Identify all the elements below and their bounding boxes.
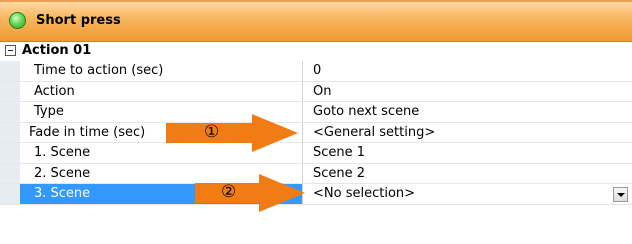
property-value[interactable]: On (304, 82, 632, 102)
arrow-head (259, 174, 305, 212)
dropdown-arrow-icon[interactable] (613, 187, 628, 202)
property-row-scene-3[interactable]: 3. Scene <No selection> (0, 184, 632, 205)
property-value[interactable]: <General setting> (304, 123, 632, 143)
property-value[interactable]: Scene 2 (304, 164, 632, 184)
property-grid: Time to action (sec) 0 Action On Type Go… (0, 61, 632, 205)
annotation-marker-2: ② (221, 182, 237, 202)
row-gutter (0, 122, 20, 142)
green-status-icon (9, 12, 26, 29)
property-row-scene-1[interactable]: 1. Scene Scene 1 (0, 143, 632, 164)
arrow-head (252, 114, 298, 152)
row-gutter (0, 81, 20, 101)
row-gutter (0, 102, 20, 122)
property-value[interactable]: <No selection> (304, 184, 632, 204)
row-gutter (0, 61, 20, 81)
group-action-01[interactable]: Action 01 (0, 42, 632, 61)
row-gutter (0, 184, 20, 204)
property-name: Time to action (sec) (20, 61, 303, 81)
property-name: Action (20, 81, 303, 101)
collapse-icon[interactable] (5, 45, 16, 56)
property-value[interactable]: Goto next scene (304, 102, 632, 122)
annotation-marker-1: ① (204, 122, 220, 142)
annotation-arrow-2: ② (195, 174, 305, 212)
row-gutter (0, 163, 20, 183)
property-value[interactable]: Scene 1 (304, 143, 632, 163)
section-title: Short press (36, 13, 121, 28)
property-row-scene-2[interactable]: 2. Scene Scene 2 (0, 163, 632, 184)
property-row-action[interactable]: Action On (0, 81, 632, 102)
section-header[interactable]: Short press (0, 0, 632, 42)
group-label: Action 01 (22, 43, 92, 58)
property-row-fade-in-time[interactable]: Fade in time (sec) <General setting> (0, 122, 632, 143)
annotation-arrow-1: ① (166, 114, 298, 152)
row-gutter (0, 143, 20, 163)
property-value[interactable]: 0 (304, 61, 632, 81)
property-row-time-to-action[interactable]: Time to action (sec) 0 (0, 61, 632, 82)
property-row-type[interactable]: Type Goto next scene (0, 102, 632, 123)
